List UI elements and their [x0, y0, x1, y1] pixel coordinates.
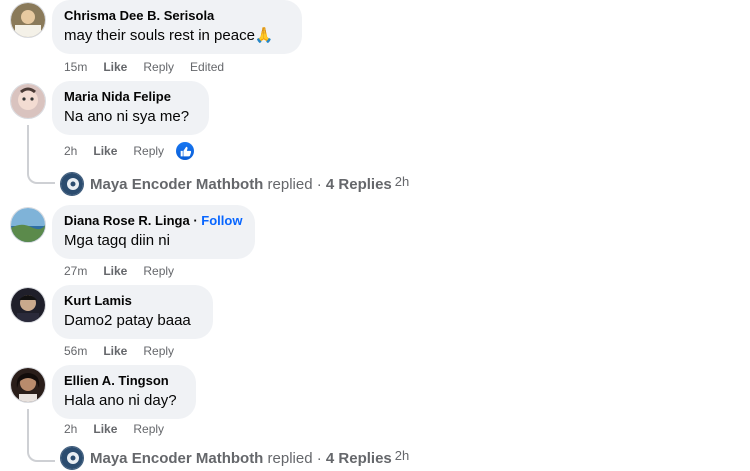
comment-actions: 15m Like Reply Edited	[64, 59, 240, 75]
comment-time[interactable]: 15m	[64, 60, 87, 74]
like-button[interactable]: Like	[103, 60, 127, 74]
comment-bubble: Kurt Lamis Damo2 patay baaa	[52, 285, 213, 339]
comment-author[interactable]: Kurt Lamis	[64, 292, 201, 309]
avatar	[60, 172, 84, 196]
praying-hands-emoji: 🙏	[254, 27, 274, 44]
reply-button[interactable]: Reply	[143, 264, 174, 278]
like-reaction-icon[interactable]	[176, 142, 195, 160]
avatar[interactable]	[10, 83, 46, 119]
avatar[interactable]	[10, 367, 46, 403]
edited-label[interactable]: Edited	[190, 60, 224, 74]
reply-button[interactable]: Reply	[143, 60, 174, 74]
replied-verb: replied	[267, 175, 313, 193]
reply-count: 4 Replies	[325, 175, 392, 193]
view-replies-link[interactable]: Maya Encoder Mathboth replied · 4 Replie…	[60, 445, 409, 471]
reply-button[interactable]: Reply	[133, 144, 164, 158]
comment-text: Hala ano ni day?	[64, 392, 177, 409]
separator: ·	[316, 449, 322, 467]
comment-time[interactable]: 27m	[64, 264, 87, 278]
comment-text: Na ano ni sya me?	[64, 108, 190, 125]
replier-name: Maya Encoder Mathboth	[90, 449, 264, 467]
comment-bubble: Chrisma Dee B. Serisola may their souls …	[52, 0, 302, 54]
comment-author[interactable]: Ellien A. Tingson	[64, 372, 184, 389]
reply-time: 2h	[394, 173, 410, 189]
comment-text: may their souls rest in peace🙏	[64, 27, 274, 44]
reply-button[interactable]: Reply	[133, 422, 164, 436]
reply-count: 4 Replies	[325, 449, 392, 467]
avatar	[60, 446, 84, 470]
comment-bubble: Ellien A. Tingson Hala ano ni day?	[52, 365, 196, 419]
comment-text: Damo2 patay baaa	[64, 312, 191, 329]
comment-actions: 2h Like Reply	[64, 141, 210, 161]
comment-time[interactable]: 56m	[64, 344, 87, 358]
separator: ·	[193, 213, 198, 228]
replier-name: Maya Encoder Mathboth	[90, 175, 264, 193]
comment-author[interactable]: Maria Nida Felipe	[64, 88, 197, 105]
view-replies-link[interactable]: Maya Encoder Mathboth replied · 4 Replie…	[60, 171, 409, 197]
avatar[interactable]	[10, 2, 46, 38]
like-button[interactable]: Like	[103, 344, 127, 358]
follow-button[interactable]: Follow	[201, 213, 242, 228]
reply-time: 2h	[394, 447, 410, 463]
like-button[interactable]: Like	[93, 144, 117, 158]
comment-author-name[interactable]: Diana Rose R. Linga	[64, 213, 190, 228]
comment-time[interactable]: 2h	[64, 144, 77, 158]
avatar[interactable]	[10, 287, 46, 323]
thread-connector	[27, 125, 55, 184]
like-button[interactable]: Like	[93, 422, 117, 436]
avatar[interactable]	[10, 207, 46, 243]
comment-time[interactable]: 2h	[64, 422, 77, 436]
comment-actions: 27m Like Reply	[64, 263, 190, 279]
comment-bubble: Maria Nida Felipe Na ano ni sya me?	[52, 81, 209, 135]
comment-bubble: Diana Rose R. Linga · Follow Mga tagq di…	[52, 205, 255, 259]
reply-button[interactable]: Reply	[143, 344, 174, 358]
comment-author[interactable]: Chrisma Dee B. Serisola	[64, 7, 290, 24]
separator: ·	[316, 175, 322, 193]
like-button[interactable]: Like	[103, 264, 127, 278]
comment-author: Diana Rose R. Linga · Follow	[64, 212, 243, 229]
comment-text: Mga tagq diin ni	[64, 232, 170, 249]
comment-actions: 2h Like Reply	[64, 421, 180, 437]
comment-actions: 56m Like Reply	[64, 343, 190, 359]
thread-connector	[27, 409, 55, 462]
replied-verb: replied	[267, 449, 313, 467]
